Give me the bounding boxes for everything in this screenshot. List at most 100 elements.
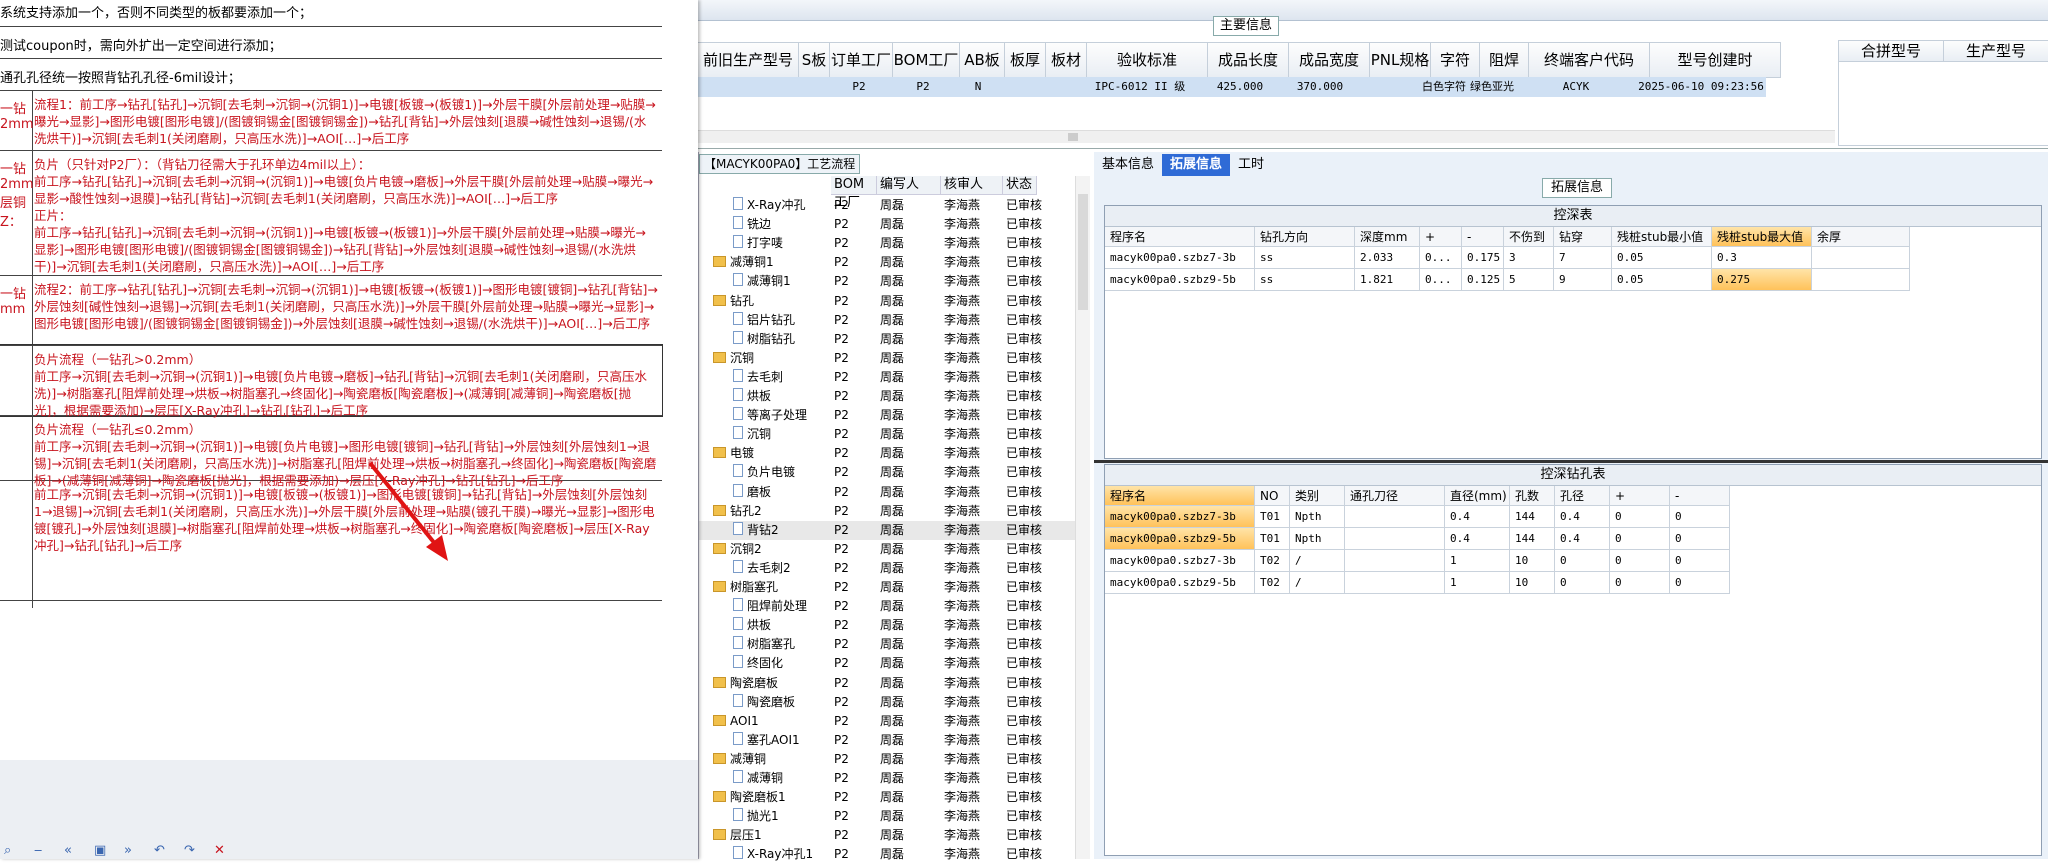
main-col-header[interactable]: AB板	[960, 43, 1005, 77]
grid-cell[interactable]	[1345, 572, 1445, 594]
grid-cell[interactable]: 0...	[1420, 247, 1462, 269]
main-cell[interactable]: 绿色亚光	[1468, 77, 1516, 97]
grid-cell[interactable]: T01	[1255, 528, 1290, 550]
main-col-header[interactable]: 板材	[1046, 43, 1087, 77]
tree-node[interactable]: 铣边	[733, 215, 771, 234]
tree-row[interactable]: X-Ray冲孔1 P2 周磊 李海燕 已审核	[699, 845, 1079, 864]
tree-row[interactable]: 减薄铜1 P2 周磊 李海燕 已审核	[699, 253, 1079, 272]
tree-row[interactable]: 磨板 P2 周磊 李海燕 已审核	[699, 483, 1079, 502]
tree-node[interactable]: 电镀	[713, 444, 754, 463]
main-col-header[interactable]: BOM工厂	[893, 43, 960, 77]
grid-row[interactable]: macyk00pa0.szbz7-3b T01 Npth 0.4 144 0.4 0 0	[1105, 506, 2041, 528]
grid-cell[interactable]: 0	[1610, 550, 1670, 572]
panel-splitter[interactable]	[1094, 460, 2048, 463]
tree-row[interactable]: X-Ray冲孔 P2 周磊 李海燕 已审核	[699, 196, 1079, 215]
grid-cell[interactable]: 0.275	[1712, 269, 1812, 291]
tree-row[interactable]: 背钻2 P2 周磊 李海燕 已审核	[699, 520, 1079, 540]
tree-node[interactable]: 抛光1	[733, 807, 779, 826]
grid-col-header[interactable]: 不伤到	[1504, 227, 1554, 247]
grid-cell[interactable]: 1	[1445, 572, 1510, 594]
main-col-header[interactable]: 终端客户代码	[1529, 43, 1650, 77]
main-col-header[interactable]: 验收标准	[1087, 43, 1208, 77]
grid-col-header[interactable]: 深度mm	[1355, 227, 1420, 247]
tab-2[interactable]: 工时	[1230, 154, 1272, 176]
main-col-header[interactable]: 字符	[1431, 43, 1480, 77]
main-cell[interactable]: N	[956, 77, 1000, 97]
tree-node[interactable]: 陶瓷磨板	[733, 693, 795, 712]
tree-col-header[interactable]: 编写人	[877, 176, 941, 194]
tree-col-header[interactable]: 状态	[1003, 176, 1037, 194]
grid-cell[interactable]: 0...	[1420, 269, 1462, 291]
prev-page-icon[interactable]: «	[64, 843, 86, 858]
tree-node[interactable]: 陶瓷磨板	[713, 674, 778, 693]
tree-node[interactable]: 沉铜	[713, 349, 754, 368]
tree-row[interactable]: 去毛刺2 P2 周磊 李海燕 已审核	[699, 559, 1079, 578]
grid-cell[interactable]: T02	[1255, 550, 1290, 572]
grid-cell[interactable]: 0	[1555, 572, 1610, 594]
grid-cell[interactable]: macyk00pa0.szbz9-5b	[1105, 572, 1255, 594]
tree-node[interactable]: X-Ray冲孔1	[733, 845, 813, 864]
grid-cell[interactable]: 2.033	[1355, 247, 1420, 269]
grid-col-header[interactable]: 残桩stub最小值	[1612, 227, 1712, 247]
grid-cell[interactable]: macyk00pa0.szbz7-3b	[1105, 247, 1255, 269]
main-col-header[interactable]: S板	[799, 43, 830, 77]
side-col-header[interactable]: 合拼型号	[1839, 41, 1944, 61]
main-cell[interactable]	[1360, 77, 1420, 97]
grid-cell[interactable]: 0	[1610, 506, 1670, 528]
dash-icon[interactable]: ‒	[34, 843, 56, 858]
grid-cell[interactable]: 0	[1610, 572, 1670, 594]
vscroll-thumb[interactable]	[1078, 194, 1088, 310]
grid-cell[interactable]: T01	[1255, 506, 1290, 528]
grid-col-header[interactable]: 程序名	[1105, 227, 1255, 247]
grid-cell[interactable]: Npth	[1290, 528, 1345, 550]
main-col-header[interactable]: 成品长度	[1208, 43, 1289, 77]
grid-cell[interactable]: macyk00pa0.szbz7-3b	[1105, 506, 1255, 528]
main-cell[interactable]: P2	[828, 77, 890, 97]
grid-cell[interactable]: 0.125	[1462, 269, 1504, 291]
main-col-header[interactable]: 成品宽度	[1289, 43, 1370, 77]
tree-node[interactable]: 去毛刺2	[733, 559, 791, 578]
main-col-header[interactable]: PNL规格	[1370, 43, 1431, 77]
grid-cell[interactable]: 144	[1510, 506, 1555, 528]
grid-cell[interactable]: 0	[1555, 550, 1610, 572]
main-cell[interactable]: 425.000	[1200, 77, 1280, 97]
grid-cell[interactable]: 3	[1504, 247, 1554, 269]
grid-cell[interactable]: /	[1290, 572, 1345, 594]
grid-cell[interactable]: 10	[1510, 550, 1555, 572]
grid-col-header[interactable]: 类别	[1290, 486, 1345, 506]
tree-node[interactable]: 沉铜2	[713, 540, 762, 559]
tree-row[interactable]: 树脂塞孔 P2 周磊 李海燕 已审核	[699, 635, 1079, 654]
tab-1[interactable]: 拓展信息	[1162, 154, 1231, 176]
tree-node[interactable]: 磨板	[733, 483, 771, 502]
main-info-data-row[interactable]: P2 P2 N IPC-6012 II 级 425.000 370.000 白色字符 绿色亚光…	[698, 77, 1766, 97]
grid-cell[interactable]: T02	[1255, 572, 1290, 594]
main-cell[interactable]	[1040, 77, 1080, 97]
tree-row[interactable]: 铝片钻孔 P2 周磊 李海燕 已审核	[699, 311, 1079, 330]
tree-node[interactable]: 去毛刺	[733, 368, 783, 387]
tree-node[interactable]: 铝片钻孔	[733, 311, 795, 330]
tree-row[interactable]: 树脂钻孔 P2 周磊 李海燕 已审核	[699, 330, 1079, 349]
hscroll-thumb[interactable]	[1068, 133, 1078, 141]
grid-row[interactable]: macyk00pa0.szbz9-5b T02/1 10 0 0 0	[1105, 572, 2041, 594]
grid-col-header[interactable]: +	[1610, 486, 1670, 506]
grid-cell[interactable]: 5	[1504, 269, 1554, 291]
tree-col-header[interactable]: BOM工厂	[831, 176, 877, 210]
tree-row[interactable]: 终固化 P2 周磊 李海燕 已审核	[699, 654, 1079, 673]
tree-row[interactable]: 层压1 P2 周磊 李海燕 已审核	[699, 826, 1079, 845]
tree-node[interactable]: 打字唛	[733, 234, 783, 253]
main-cell[interactable]: 白色字符	[1420, 77, 1468, 97]
grid-cell[interactable]: 0.4	[1445, 506, 1510, 528]
main-cell[interactable]: 370.000	[1280, 77, 1360, 97]
grid-col-header[interactable]: 钻孔方向	[1255, 227, 1355, 247]
grid-col-header[interactable]: 孔数	[1510, 486, 1555, 506]
tree-row[interactable]: 铣边 P2 周磊 李海燕 已审核	[699, 215, 1079, 234]
grid-cell[interactable]: macyk00pa0.szbz9-5b	[1105, 269, 1255, 291]
tree-node[interactable]: 背钻2	[733, 521, 779, 540]
main-cell[interactable]	[698, 77, 798, 97]
tree-row[interactable]: 塞孔AOI1 P2 周磊 李海燕 已审核	[699, 731, 1079, 750]
tree-row[interactable]: 抛光1 P2 周磊 李海燕 已审核	[699, 807, 1079, 826]
grid-col-header[interactable]: 余厚	[1812, 227, 1910, 247]
grid-cell[interactable]: 0	[1670, 528, 1730, 550]
zoom-icon[interactable]: ⌕	[4, 843, 26, 858]
tree-node[interactable]: 烘板	[733, 387, 771, 406]
